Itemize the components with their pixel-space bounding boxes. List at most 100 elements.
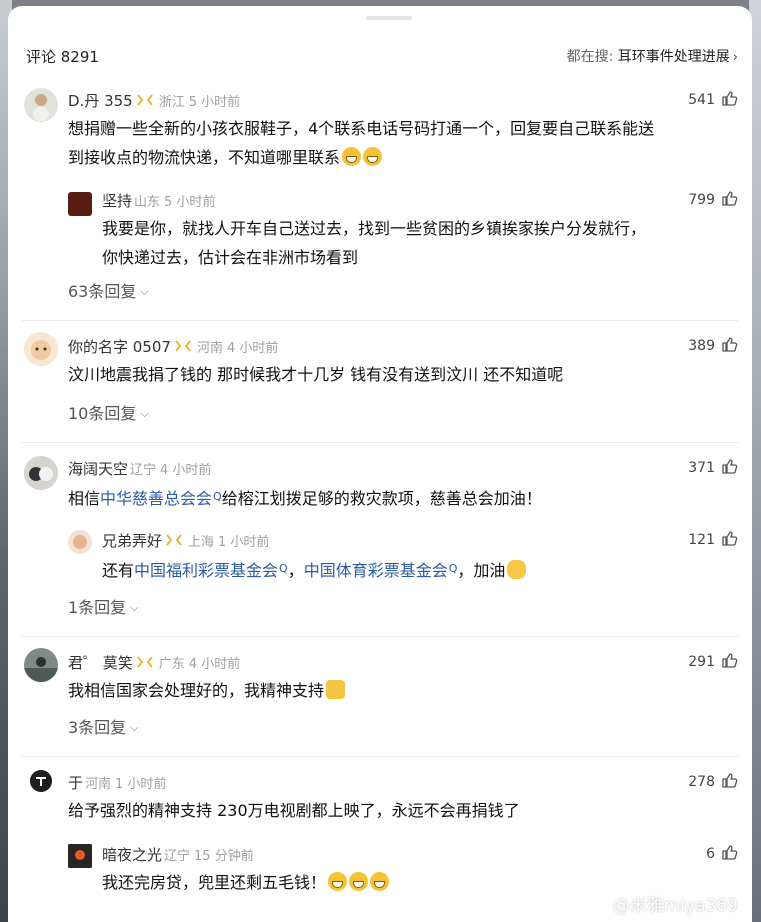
trending-prefix: 都在搜: (566, 49, 614, 65)
topic-link[interactable]: 中国福利彩票基金会 (134, 561, 278, 580)
view-replies-button[interactable]: 1条回复 ⌵ (68, 594, 139, 618)
like-count: 389 (688, 338, 715, 354)
author-region: 广东 (158, 657, 185, 672)
grin-emoji-icon (349, 872, 369, 891)
watermark: @米雅miya369 (612, 896, 738, 916)
topic-link[interactable]: 中国体育彩票基金会 (304, 561, 448, 580)
chevron-down-icon: ⌵ (140, 407, 149, 420)
reply-like-count: 6 (706, 846, 715, 862)
trending-search-link[interactable]: 都在搜: 耳环事件处理进展 › (567, 46, 738, 66)
comment-author[interactable]: 你的名字 0507 河南 4 小时前 (68, 336, 278, 357)
thumbs-up-icon (722, 845, 738, 860)
author-name: D.丹 355 (68, 92, 133, 110)
divider (22, 320, 738, 321)
thumbs-up-icon (722, 531, 738, 546)
membership-badge-icon (136, 94, 153, 106)
thumbs-up-icon (722, 91, 738, 106)
reply-like-button[interactable]: 6 (706, 844, 738, 862)
comments-header: 评论 8291 都在搜: 耳环事件处理进展 › (8, 44, 752, 68)
comment-author[interactable]: 于河南 1 小时前 (68, 772, 166, 793)
search-icon: Q (279, 562, 288, 575)
avatar[interactable] (24, 456, 58, 490)
comment-time: 4 小时前 (188, 657, 241, 672)
comment-time: 4 小时前 (226, 341, 279, 356)
comment-text: 相信中华慈善总会会Q给榕江划拨足够的救灾款项，慈善总会加油！ (68, 489, 542, 508)
chevron-down-icon: ⌵ (140, 285, 149, 298)
comment-text: 给予强烈的精神支持 230万电视剧都上映了，永远不会再捐钱了 (68, 801, 520, 820)
reply-author[interactable]: 暗夜之光 辽宁 15 分钟前 (102, 844, 254, 865)
thumbs-up-emoji-icon (326, 680, 346, 699)
comment-author[interactable]: D.丹 355 浙江 5 小时前 (68, 90, 240, 111)
reply-author[interactable]: 坚持 山东 5 小时前 (102, 190, 215, 211)
reply-author-name: 坚持 (102, 192, 133, 210)
grin-emoji-icon (328, 872, 348, 891)
thumbs-up-icon (722, 191, 738, 206)
author-region: 河南 (85, 777, 112, 792)
comments-sheet: 评论 8291 都在搜: 耳环事件处理进展 › D.丹 355 浙江 5 小时前 54… (8, 6, 752, 922)
author-region: 浙江 (158, 95, 185, 110)
reply-author[interactable]: 兄弟弄好 上海 1 小时前 (102, 530, 269, 551)
reply-author-name: 暗夜之光 (102, 846, 163, 864)
comment-time: 5 小时前 (188, 95, 241, 110)
reply-like-count: 799 (688, 192, 715, 208)
comment-text: 想捐赠一些全新的小孩衣服鞋子，4个联系电话号码打通一个，回复要自己联系能送 到接… (68, 119, 655, 167)
reply-text: 还有中国福利彩票基金会Q，中国体育彩票基金会Q，加油 (102, 554, 527, 585)
comment-text: 汶川地震我捐了钱的 那时候我才十几岁 钱有没有送到汶川 还不知道呢 (68, 365, 564, 384)
reply-time: 5 小时前 (164, 195, 216, 210)
like-count: 541 (688, 92, 715, 108)
like-count: 371 (688, 460, 715, 476)
reply-avatar[interactable] (68, 844, 92, 868)
thumbs-up-icon (722, 653, 738, 668)
view-replies-button[interactable]: 63条回复 ⌵ (68, 278, 149, 302)
like-count: 291 (688, 654, 715, 670)
reply-text: 我要是你，就找人开车自己送过去，找到一些贫困的乡镇挨家挨户分发就行， 你快递过去… (102, 219, 647, 267)
clap-emoji-icon (507, 560, 527, 579)
reply-region: 辽宁 (164, 849, 191, 864)
laugh-cry-emoji-icon (363, 147, 383, 166)
reply-like-count: 121 (688, 532, 715, 548)
topic-link[interactable]: 中华慈善总会会 (100, 489, 212, 508)
reply-region: 山东 (134, 195, 161, 210)
view-replies-button[interactable]: 10条回复 ⌵ (68, 400, 149, 424)
comment-count: 评论 8291 (26, 48, 99, 66)
membership-badge-icon (175, 340, 191, 352)
like-button[interactable]: 371 (688, 458, 738, 476)
comment-time: 4 小时前 (160, 463, 212, 478)
author-region: 辽宁 (130, 463, 157, 478)
chevron-down-icon: ⌵ (130, 601, 139, 614)
reply-avatar[interactable] (68, 530, 92, 554)
reply-region: 上海 (188, 535, 215, 550)
author-name: 于 (68, 774, 84, 792)
search-icon: Q (213, 490, 222, 503)
reply-like-button[interactable]: 799 (688, 190, 738, 208)
reply-time: 15 分钟前 (194, 849, 254, 864)
like-button[interactable]: 291 (688, 652, 738, 670)
reply-avatar[interactable] (68, 192, 92, 216)
like-button[interactable]: 541 (688, 90, 738, 108)
comment-time: 1 小时前 (115, 777, 167, 792)
grin-emoji-icon (370, 872, 390, 891)
laugh-cry-emoji-icon (342, 147, 362, 166)
reply-text: 我还完房贷，兜里还剩五毛钱！ (102, 868, 390, 897)
reply-like-button[interactable]: 121 (688, 530, 738, 548)
avatar[interactable] (30, 770, 52, 792)
avatar[interactable] (24, 88, 58, 122)
author-name: 你的名字 0507 (68, 338, 171, 356)
comment-author[interactable]: 君゜ 莫笑 广东 4 小时前 (68, 652, 240, 673)
divider (22, 442, 738, 443)
author-name: 海阔天空 (68, 460, 129, 478)
like-button[interactable]: 278 (688, 772, 738, 790)
chevron-right-icon: › (732, 50, 738, 65)
avatar[interactable] (24, 332, 58, 366)
membership-badge-icon (166, 534, 182, 546)
avatar[interactable] (24, 648, 58, 682)
comment-author[interactable]: 海阔天空 辽宁 4 小时前 (68, 458, 211, 479)
divider (22, 756, 738, 757)
comment-text: 我相信国家会处理好的，我精神支持 (68, 676, 346, 705)
thumbs-up-icon (722, 337, 738, 352)
author-name: 君゜ 莫笑 (68, 654, 133, 672)
view-replies-button[interactable]: 3条回复 ⌵ (68, 714, 139, 738)
sheet-drag-handle[interactable] (366, 16, 412, 20)
like-button[interactable]: 389 (688, 336, 738, 354)
thumbs-up-icon (722, 459, 738, 474)
